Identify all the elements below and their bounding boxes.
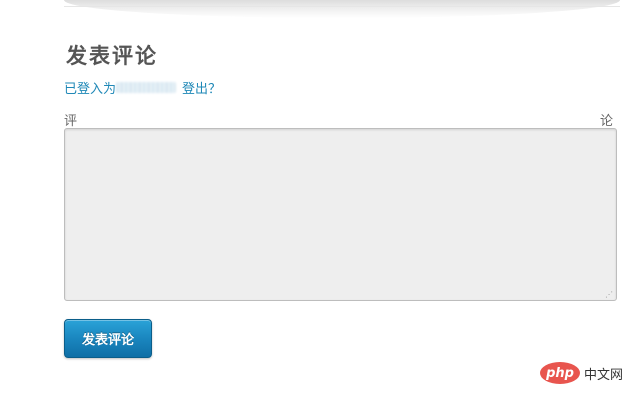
watermark-text: 中文网 bbox=[584, 367, 624, 383]
top-divider-shadow bbox=[64, 0, 620, 18]
logged-in-line: 已登入为 登出？ bbox=[64, 78, 221, 97]
logged-in-prefix: 已登入为 bbox=[64, 82, 117, 97]
site-watermark: php 中文网 bbox=[540, 362, 623, 384]
blurred-username[interactable] bbox=[116, 82, 177, 93]
comment-heading: 发表评论 bbox=[66, 43, 158, 68]
submit-comment-button[interactable]: 发表评论 bbox=[64, 319, 152, 358]
resize-grip-icon[interactable]: ⋰ bbox=[605, 290, 615, 299]
php-logo-icon: php bbox=[540, 362, 580, 384]
logout-link[interactable]: 登出？ bbox=[182, 78, 221, 97]
comment-label-left: 评 bbox=[64, 114, 78, 129]
comment-page: 发表评论 已登入为 登出？ 评 论 ⋰ 发表评论 php 中文网 bbox=[0, 0, 640, 405]
comment-textarea[interactable] bbox=[64, 128, 617, 301]
top-divider-line bbox=[64, 6, 620, 7]
comment-label-right: 论 bbox=[600, 114, 614, 129]
